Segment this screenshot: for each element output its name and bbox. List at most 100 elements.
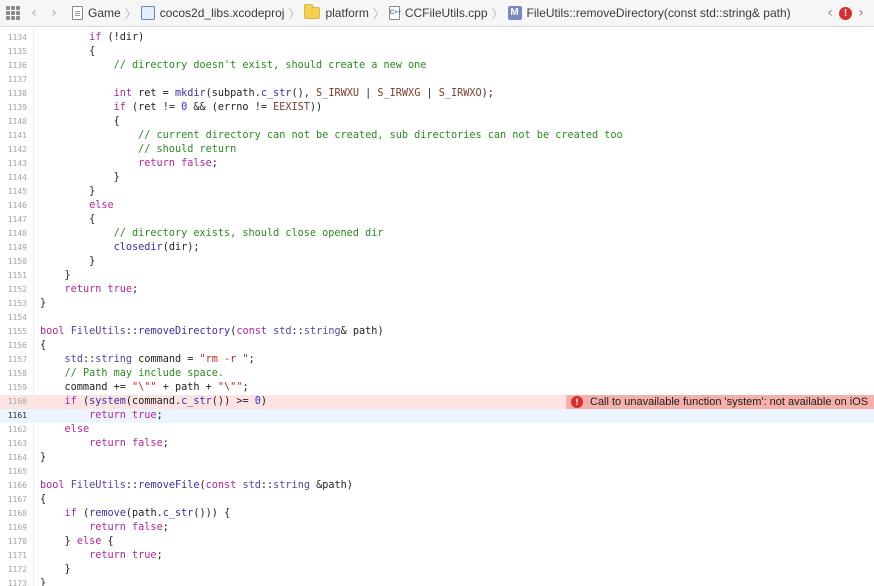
code-line[interactable]: 1164} (0, 451, 874, 465)
code-line[interactable]: 1142 // should return (0, 143, 874, 157)
code-line[interactable]: 1155 bool FileUtils::removeDirectory(cons… (0, 325, 874, 339)
breadcrumb-label: Game (88, 6, 121, 20)
code-line[interactable]: 1141 // current directory can not be cre… (0, 129, 874, 143)
breadcrumb-project[interactable]: cocos2d_libs.xcodeproj (140, 6, 284, 20)
back-icon[interactable]: ‹ (26, 5, 42, 21)
code-text: } (40, 452, 47, 463)
code-line[interactable]: 1156 { (0, 339, 874, 353)
line-number: 1159 (7, 383, 27, 392)
code-line[interactable]: 1158 // Path may include space. (0, 367, 874, 381)
breadcrumb-separator-icon: 〉 (372, 6, 385, 21)
breadcrumb-label: FileUtils::removeDirectory(const std::st… (526, 6, 791, 20)
line-number: 1147 (7, 215, 27, 224)
breadcrumb-file[interactable]: C++ CCFileUtils.cpp (388, 6, 488, 20)
code-text: return false; (89, 522, 169, 533)
line-number: 1149 (7, 243, 27, 252)
method-icon: M (507, 6, 522, 20)
code-line[interactable]: 1140 { (0, 115, 874, 129)
code-line[interactable]: 1148 // directory exists, should close o… (0, 227, 874, 241)
forward-icon[interactable]: › (46, 5, 62, 21)
issue-navigator-controls: ‹ ! › (823, 0, 868, 26)
code-line[interactable]: 1152 return true; (0, 283, 874, 297)
code-text: if (remove(path.c_str())) { (64, 508, 231, 519)
code-line[interactable]: 1147 { (0, 213, 874, 227)
code-line[interactable]: 1157 std::string command = "rm -r "; (0, 353, 874, 367)
error-icon: ! (571, 396, 583, 408)
code-line[interactable]: 1173} (0, 577, 874, 586)
code-line[interactable]: 1171 return true; (0, 549, 874, 563)
code-line[interactable]: 1136 // directory doesn't exist, should … (0, 59, 874, 73)
code-text: bool FileUtils::removeDirectory(const st… (40, 326, 384, 337)
next-issue-icon[interactable]: › (854, 5, 868, 21)
code-text: if (ret != 0 && (errno != EEXIST)) (113, 102, 323, 113)
line-number: 1142 (7, 145, 27, 154)
breadcrumb-separator-icon: 〉 (124, 6, 137, 21)
line-number: 1137 (7, 75, 27, 84)
line-number: 1136 (7, 61, 27, 70)
breadcrumb-method[interactable]: M FileUtils::removeDirectory(const std::… (507, 6, 791, 20)
code-line[interactable]: 1162 else (0, 423, 874, 437)
line-number: 1171 (7, 551, 27, 560)
code-line[interactable]: 1143 return false; (0, 157, 874, 171)
breadcrumb-separator-icon: 〉 (491, 6, 504, 21)
code-line[interactable]: 1150 } (0, 255, 874, 269)
code-text: } (40, 578, 47, 586)
code-line[interactable]: 1139 if (ret != 0 && (errno != EEXIST)) (0, 101, 874, 115)
line-number: 1166 (7, 481, 27, 490)
line-number: 1167 (7, 495, 27, 504)
code-line[interactable]: 1154 (0, 311, 874, 325)
line-number: 1168 (7, 509, 27, 518)
code-line[interactable]: 1168 if (remove(path.c_str())) { (0, 507, 874, 521)
code-line[interactable]: 1134 if (!dir) (0, 31, 874, 45)
code-line[interactable]: 1149 closedir(dir); (0, 241, 874, 255)
line-number: 1165 (7, 467, 27, 476)
previous-issue-icon[interactable]: ‹ (823, 5, 837, 21)
code-line[interactable]: 1165 (0, 465, 874, 479)
jump-bar: ‹ › Game 〉 cocos2d_libs.xcodeproj 〉 plat… (0, 0, 874, 27)
source-editor[interactable]: 1134 if (!dir) 1135 {1136 // directory do… (0, 27, 874, 586)
code-line[interactable]: 1166 bool FileUtils::removeFile(const std… (0, 479, 874, 493)
code-line[interactable]: 1145 } (0, 185, 874, 199)
line-number: 1146 (7, 201, 27, 210)
line-number: 1164 (7, 453, 27, 462)
line-number: 1151 (7, 271, 27, 280)
code-text: std::string command = "rm -r "; (64, 354, 255, 365)
folder-icon (304, 4, 321, 19)
code-text: else (64, 424, 90, 435)
error-icon[interactable]: ! (839, 6, 852, 20)
code-text: // should return (138, 144, 237, 155)
line-number: 1160 (7, 397, 27, 406)
line-number: 1172 (7, 565, 27, 574)
line-number: 1153 (7, 299, 27, 308)
breadcrumb-game[interactable]: Game (72, 6, 121, 20)
code-line[interactable]: 1161 return true; (0, 409, 874, 423)
breadcrumb-label: platform (325, 6, 369, 20)
line-number: 1148 (7, 229, 27, 238)
line-number: 1162 (7, 425, 27, 434)
code-line[interactable]: 1159 command += "\"" + path + "\""; (0, 381, 874, 395)
related-items-icon[interactable] (6, 6, 20, 20)
code-text: else (89, 200, 114, 211)
code-line[interactable]: 1137 (0, 73, 874, 87)
code-line[interactable]: 1167 { (0, 493, 874, 507)
line-number: 1169 (7, 523, 27, 532)
code-line[interactable]: 1163 return false; (0, 437, 874, 451)
line-number: 1150 (7, 257, 27, 266)
code-text: return true; (64, 284, 139, 295)
code-line[interactable]: 1169 return false; (0, 521, 874, 535)
code-line[interactable]: 1146 else (0, 199, 874, 213)
code-text: { (40, 46, 96, 57)
cpp-file-icon: C++ (388, 6, 401, 20)
breadcrumb-folder[interactable]: platform (304, 4, 369, 20)
code-line[interactable]: 1144 } (0, 171, 874, 185)
code-line[interactable]: 1172 } (0, 563, 874, 577)
line-number: 1135 (7, 47, 27, 56)
code-line[interactable]: 1138 int ret = mkdir(subpath.c_str(), S_… (0, 87, 874, 101)
code-line[interactable]: 1135 { (0, 45, 874, 59)
line-number: 1157 (7, 355, 27, 364)
error-annotation[interactable]: ! Call to unavailable function 'system':… (566, 395, 874, 409)
breadcrumb-label: CCFileUtils.cpp (404, 6, 488, 20)
code-line[interactable]: 1153} (0, 297, 874, 311)
code-line[interactable]: 1151 } (0, 269, 874, 283)
code-line[interactable]: 1170 } else { (0, 535, 874, 549)
